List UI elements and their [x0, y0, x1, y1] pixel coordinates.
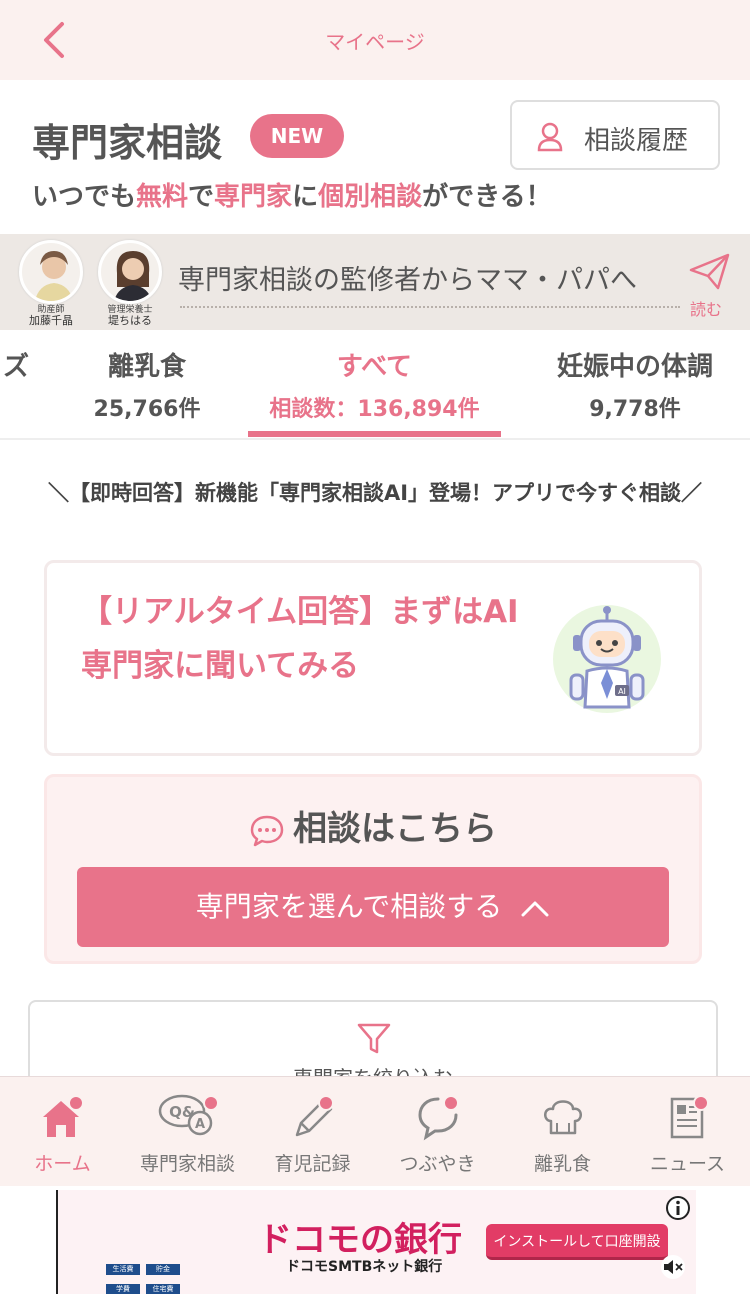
bottom-navigation: ホーム Q& A 専門家相談 育児記録 つぶやき 離乳食 ニュース	[0, 1076, 750, 1186]
page-subtitle: いつでも無料で専門家に個別相談ができる！	[32, 182, 552, 212]
expert-card: 助産師 加藤千晶	[16, 240, 86, 327]
top-app-bar: マイページ	[0, 0, 750, 80]
supervisor-message-banner[interactable]: 助産師 加藤千晶 管理栄養士 堤ちはる 専門家相談の監修者からママ・パパへ 読む	[0, 234, 750, 330]
consult-history-button[interactable]: 相談履歴	[510, 100, 720, 170]
expert-avatar	[19, 240, 83, 304]
funnel-icon	[357, 1023, 391, 1054]
ad-subtitle: ドコモSMTBネット銀行	[286, 1259, 443, 1275]
ad-banner[interactable]: 生活費 貯金学費 住宅費 ドコモの銀行 ドコモSMTBネット銀行 インストールして口…	[56, 1190, 696, 1294]
active-tab-indicator	[248, 431, 501, 437]
nav-childcare-record[interactable]: 育児記録	[250, 1091, 375, 1176]
nav-weaning-food[interactable]: 離乳食	[500, 1091, 625, 1176]
expert-card: 管理栄養士 堤ちはる	[95, 240, 165, 327]
user-icon	[537, 122, 563, 152]
nav-expert-consult[interactable]: Q& A 専門家相談	[125, 1091, 250, 1176]
announcement-text: ＼【即時回答】新機能「専門家相談AI」登場！アプリで今すぐ相談／	[47, 481, 703, 505]
notification-dot	[68, 1095, 84, 1111]
chef-hat-icon	[543, 1100, 582, 1135]
mute-icon[interactable]	[658, 1254, 688, 1280]
expert-avatar	[98, 240, 162, 304]
ai-card-text: 【リアルタイム回答】まずはAI専門家に聞いてみる	[81, 594, 519, 684]
header-title: マイページ	[325, 30, 425, 54]
chevron-up-icon	[521, 901, 549, 917]
ad-tags: 生活費 貯金学費 住宅費	[106, 1256, 196, 1294]
notification-dot	[203, 1095, 219, 1111]
select-expert-button[interactable]: 専門家を選んで相談する	[77, 867, 669, 947]
paper-plane-icon	[689, 253, 730, 290]
nav-news[interactable]: ニュース	[625, 1091, 750, 1176]
consult-history-label: 相談履歴	[584, 126, 689, 156]
tab-partial[interactable]: ズ	[0, 346, 46, 383]
read-link[interactable]: 読む	[690, 296, 722, 320]
info-icon[interactable]	[664, 1194, 692, 1222]
consult-heading: 相談はこちら	[47, 801, 699, 850]
ai-expert-card[interactable]: 【リアルタイム回答】まずはAI専門家に聞いてみる AI	[44, 560, 702, 756]
ad-cta-button[interactable]: インストールして口座開設	[486, 1224, 668, 1260]
ad-brand: ドコモの銀行	[258, 1220, 462, 1260]
svg-text:AI: AI	[618, 687, 626, 696]
category-tabs: ズ 離乳食 25,766件 すべて 相談数：136,894件 妊娠中の体調 9,…	[0, 330, 750, 440]
tab-pregnancy-condition[interactable]: 妊娠中の体調 9,778件	[540, 346, 730, 423]
speech-bubble-icon	[250, 815, 284, 846]
notification-dot	[318, 1095, 334, 1111]
consult-card: 相談はこちら 専門家を選んで相談する	[44, 774, 702, 964]
nav-home[interactable]: ホーム	[0, 1091, 125, 1176]
svg-text:A: A	[194, 1117, 204, 1132]
notification-dot	[693, 1095, 709, 1111]
page-title: 専門家相談	[32, 121, 223, 165]
tab-all[interactable]: すべて 相談数：136,894件	[248, 346, 501, 423]
banner-message: 専門家相談の監修者からママ・パパへ	[178, 265, 637, 296]
tab-weaning-food[interactable]: 離乳食 25,766件	[72, 346, 222, 423]
notification-dot	[443, 1095, 459, 1111]
new-badge: NEW	[250, 114, 344, 158]
dotted-divider	[180, 306, 680, 308]
robot-icon: AI	[553, 605, 661, 713]
nav-tweets[interactable]: つぶやき	[375, 1091, 500, 1176]
